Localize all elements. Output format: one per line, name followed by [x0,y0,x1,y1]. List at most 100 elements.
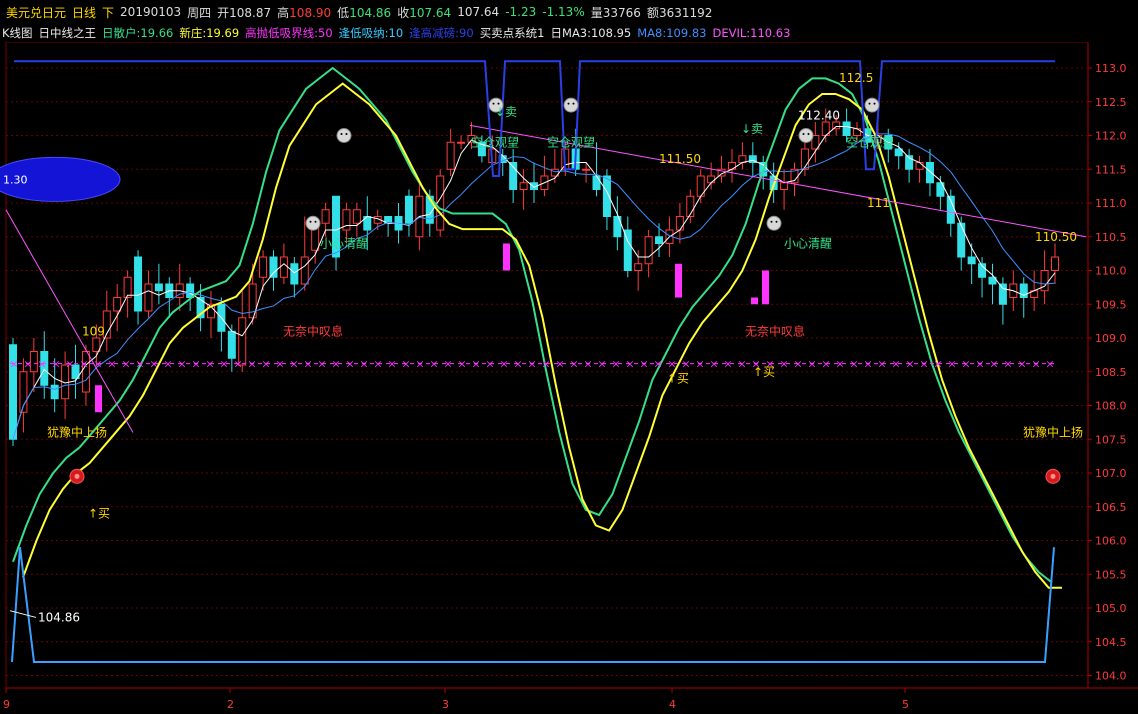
y-tick-label: 112.0 [1095,130,1127,143]
gaopao-marker: × [611,358,620,371]
y-tick-label: 111.5 [1095,163,1127,176]
gaopao-marker: × [1017,358,1026,371]
smiley-icon [305,215,321,231]
gaopao-marker: × [149,358,158,371]
study-name[interactable]: 日中线之王 [39,25,97,41]
x-tick-label: 2 [227,698,234,711]
low-group: 低104.86 [337,4,391,21]
gaopao-marker: × [135,358,144,371]
y-tick-label: 104.5 [1095,636,1127,649]
gaopao-marker: × [331,358,340,371]
gaopao-marker: × [961,358,970,371]
price-label: 111.50 [659,152,701,166]
symbol-name[interactable]: 美元兑日元 [6,4,66,21]
chart-annotation: 无奈中叹息 [745,323,805,338]
kline-toggle[interactable]: K线图 [2,25,33,41]
candle-body [707,175,716,184]
chart-annotation: ↑买 [753,365,775,379]
gaopao-marker: × [695,358,704,371]
gaopao-marker: × [555,358,564,371]
price-chart[interactable]: 113.5113.0112.5112.0111.5111.0110.5110.0… [0,42,1138,714]
x-tick-label: 9 [3,698,10,711]
gaopao-marker: × [163,358,172,371]
signal-bar [95,385,102,413]
signal-bar [675,263,682,298]
gaopao-marker: × [317,358,326,371]
smiley-eye [340,133,343,135]
close-value: 107.64 [409,5,452,20]
price-label: 110.50 [1035,230,1077,244]
gaopao-marker: × [821,358,830,371]
last-price: 107.64 [457,5,500,19]
gaopao-marker: × [849,358,858,371]
chart-annotation: 犹豫中上扬 [1023,425,1083,440]
volume-group: 量33766 [591,4,641,21]
gaopao-marker: × [1031,358,1040,371]
gaopao-marker: × [681,358,690,371]
signal-bar [762,270,769,305]
smiley-icon [563,97,579,113]
chart-annotation: 空仓观望 [547,135,595,149]
y-tick-label: 111.0 [1095,197,1127,210]
y-tick-label: 106.0 [1095,535,1127,548]
smiley-eye [775,220,778,223]
gaopao-marker: × [807,358,816,371]
y-tick-label: 108.5 [1095,366,1127,379]
gaopao-marker: × [37,358,46,371]
chart-annotation: 无奈中叹息 [283,323,343,338]
smiley-icon [766,215,782,231]
candle-body [352,209,361,224]
red-dot-core [1050,473,1056,479]
gaopao-marker: × [9,358,18,371]
smiley-eye [567,102,570,105]
gaopao-marker: × [359,358,368,371]
ma8-value: MA8:109.83 [637,26,707,40]
y-tick-label: 107.0 [1095,467,1127,480]
gaopao-marker: × [443,358,452,371]
candle-body [259,256,268,278]
gaopao-marker: × [597,358,606,371]
signal-bar [751,297,758,305]
high-label: 高 [277,5,290,20]
smiley-eye [807,133,810,135]
y-tick-label: 109.5 [1095,298,1127,311]
smiley-eye [309,220,312,223]
gaopao-marker: × [275,358,284,371]
y-tick-label: 112.5 [1095,96,1127,109]
gaopao-marker: × [191,358,200,371]
chart-annotation: ↓卖 [741,122,763,136]
candle-body [227,330,236,359]
amount-value: 3631192 [658,5,713,20]
gaopao-marker: × [1045,358,1054,371]
gaopao-marker: × [93,358,102,371]
candle-body [154,283,163,292]
gaopao-marker: × [51,358,60,371]
gaopao-marker: × [835,358,844,371]
gaopao-marker: × [401,358,410,371]
chart-annotation: ↑买 [667,372,689,386]
gaopao-marker: × [1003,358,1012,371]
candle-body [925,162,934,184]
gaopao-marker: × [639,358,648,371]
candle-body [915,162,924,170]
smiley-icon [336,128,352,143]
period-label[interactable]: 日线 [72,4,96,21]
signal-bar [503,243,510,271]
smiley-eye [770,220,773,223]
gaopao-marker: × [989,358,998,371]
candle-body [404,195,413,224]
gaopao-marker: × [793,358,802,371]
y-tick-label: 104.0 [1095,670,1127,683]
gaopao-marker: × [877,358,886,371]
mm-system[interactable]: 买卖点系统1 [480,25,545,41]
direction-label: 下 [102,5,115,20]
gaopao-marker: × [345,358,354,371]
gaopao-marker: × [947,358,956,371]
candle-body [446,141,455,170]
smiley-eye [345,133,348,135]
candle-body [144,283,153,312]
gaopao-marker: × [541,358,550,371]
candle-body [967,256,976,265]
amount-label: 额 [646,5,659,20]
y-tick-label: 110.5 [1095,231,1127,244]
